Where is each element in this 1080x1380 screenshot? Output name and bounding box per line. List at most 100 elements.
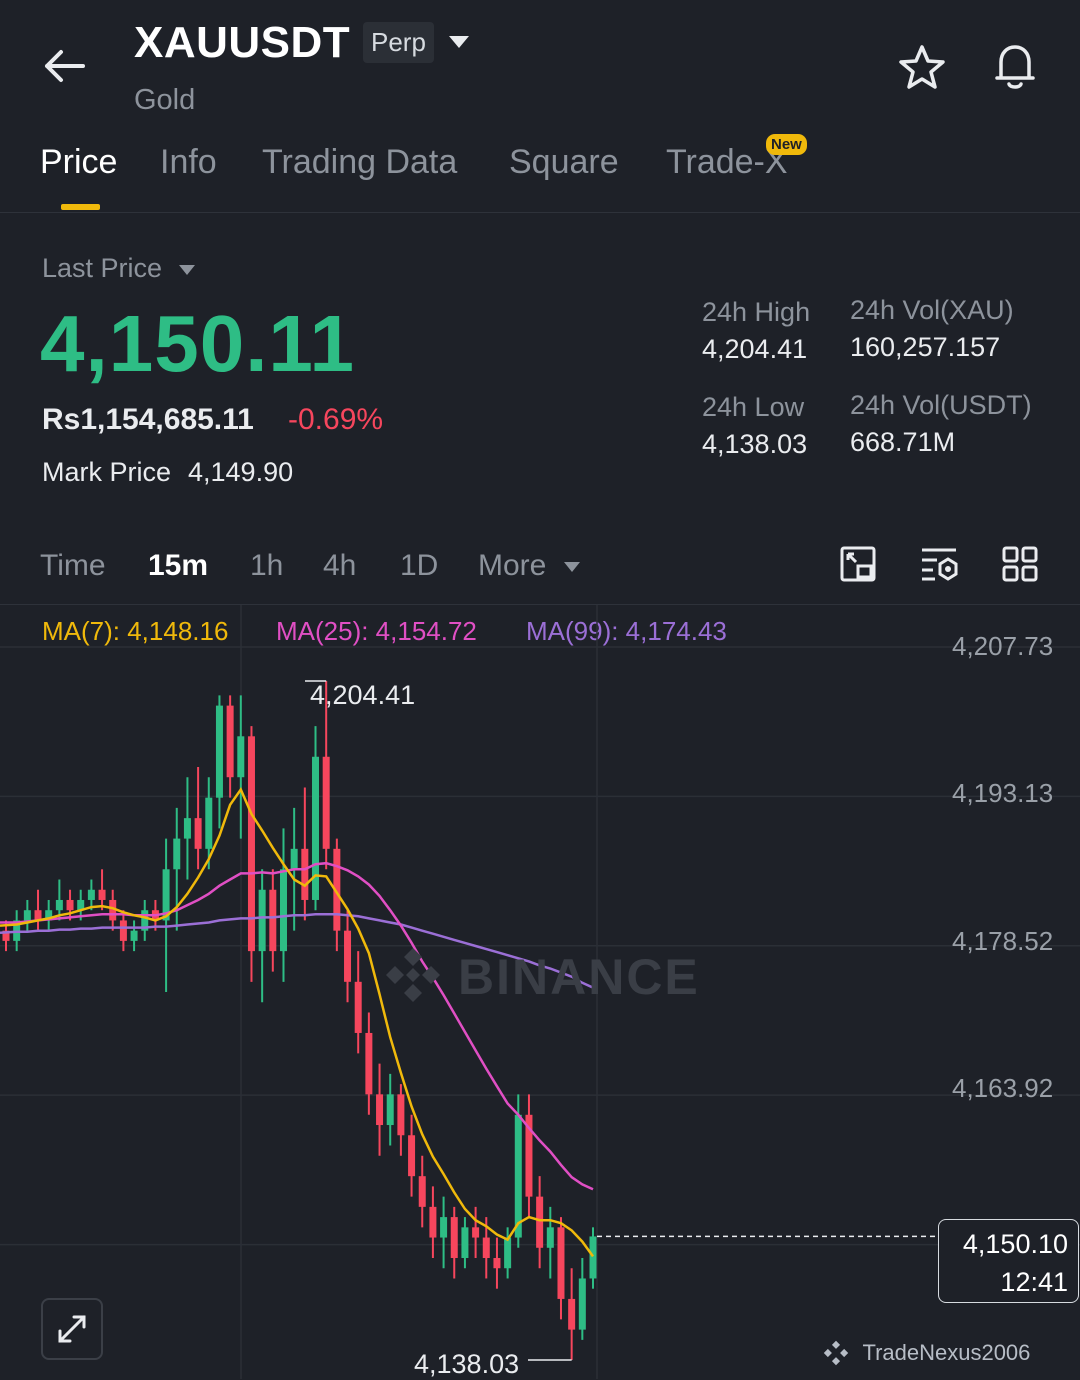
candle-body	[205, 797, 213, 849]
candle-body	[386, 1094, 394, 1126]
timeframe-more[interactable]: More	[478, 549, 581, 583]
y-tick-label: 4,178.52	[952, 926, 1054, 956]
active-tab-indicator	[61, 204, 100, 210]
candle-body	[173, 838, 181, 870]
watermark-text: BINANCE	[458, 949, 700, 1005]
candle-body	[578, 1278, 586, 1330]
current-price-label: 4,150.10	[962, 1229, 1068, 1259]
candle-body	[269, 889, 277, 952]
candle-body	[536, 1196, 544, 1248]
current-price-box: 4,150.10 12:41	[938, 1219, 1079, 1303]
timeframe-15m[interactable]: 15m	[148, 549, 208, 583]
candle-body	[354, 981, 362, 1033]
candle-body	[66, 899, 74, 911]
candle-body	[215, 705, 223, 798]
chart-expand-icon	[840, 546, 876, 582]
candle-body	[98, 889, 106, 900]
tab-info[interactable]: Info	[160, 143, 217, 182]
price-type-selector[interactable]: Last Price	[42, 253, 196, 284]
binance-logo-icon	[386, 948, 440, 1002]
candle-body	[237, 736, 245, 778]
tab-trading-data[interactable]: Trading Data	[262, 143, 457, 182]
price-change-percent: -0.69%	[288, 403, 384, 436]
vol-base-label: 24h Vol(XAU)	[850, 295, 1014, 325]
candle-body	[397, 1094, 405, 1136]
asset-name: Gold	[134, 84, 196, 116]
candle-body	[119, 920, 127, 941]
binance-logo-icon	[823, 1340, 849, 1366]
candle-body	[493, 1258, 501, 1269]
candle-countdown: 12:41	[1000, 1267, 1068, 1297]
favorite-button[interactable]	[895, 40, 949, 94]
dropdown-triangle-icon	[563, 562, 580, 573]
ma25-line	[0, 861, 594, 1191]
candle-body	[23, 910, 31, 921]
new-badge: New	[766, 134, 807, 155]
vol-base-value: 160,257.157	[850, 332, 1001, 362]
fullscreen-icon	[58, 1315, 86, 1343]
fiat-price: Rs1,154,685.11	[42, 403, 254, 436]
grid-layout-icon	[1002, 546, 1038, 582]
contract-type-badge: Perp	[363, 22, 434, 63]
candle-body	[450, 1217, 458, 1259]
vol-quote-label: 24h Vol(USDT)	[850, 390, 1032, 420]
candle-body	[290, 848, 298, 870]
low-annotation: 4,138.03	[414, 1349, 520, 1379]
candle-body	[472, 1227, 480, 1238]
mark-price-value: 4,149.90	[188, 457, 294, 487]
attribution-text: TradeNexus2006	[862, 1340, 1031, 1365]
symbol-dropdown-button[interactable]	[444, 30, 474, 54]
tab-price[interactable]: Price	[40, 143, 117, 182]
candle-body	[194, 818, 202, 849]
candle-body	[514, 1114, 522, 1238]
low-24h-label: 24h Low	[702, 392, 805, 422]
candle-body	[557, 1227, 565, 1299]
candle-body	[546, 1227, 554, 1248]
candle-body	[408, 1135, 416, 1177]
price-alert-button[interactable]	[988, 38, 1042, 94]
indicator-settings-icon	[922, 548, 958, 581]
binance-watermark: BINANCE	[386, 948, 700, 1006]
y-tick-label: 4,163.92	[952, 1073, 1054, 1103]
indicator-settings-button[interactable]	[917, 542, 961, 586]
more-label: More	[478, 549, 547, 582]
candle-body	[183, 818, 191, 839]
high-annotation: 4,204.41	[310, 680, 416, 710]
candle-body	[258, 889, 266, 952]
candle-body	[504, 1237, 512, 1269]
y-tick-label: 4,207.73	[952, 631, 1054, 661]
tabs-divider	[0, 212, 1080, 213]
candle-body	[440, 1217, 448, 1238]
candle-body	[482, 1237, 490, 1259]
y-tick-label: 4,193.13	[952, 778, 1054, 808]
candle-body	[344, 930, 352, 982]
candle-body	[365, 1032, 373, 1095]
timeframe-1h[interactable]: 1h	[250, 549, 283, 583]
high-24h-label: 24h High	[702, 297, 811, 327]
candle-body	[429, 1206, 437, 1238]
timeframe-4h[interactable]: 4h	[323, 549, 356, 583]
price-type-label: Last Price	[42, 253, 163, 283]
back-button[interactable]	[40, 42, 90, 90]
mark-price-label: Mark Price	[42, 457, 172, 487]
chart-expand-button[interactable]	[836, 542, 880, 586]
candle-body	[301, 848, 309, 900]
back-arrow-icon	[45, 50, 85, 82]
tab-square[interactable]: Square	[509, 143, 619, 182]
candle-body	[568, 1298, 576, 1330]
candle-body	[322, 756, 330, 849]
candle-body	[55, 899, 63, 911]
bell-icon	[995, 45, 1035, 89]
candle-body	[376, 1094, 384, 1126]
candle-body	[130, 930, 138, 941]
symbol-title[interactable]: XAUUSDT	[134, 18, 350, 68]
candle-body	[461, 1227, 469, 1259]
fullscreen-button[interactable]	[41, 1298, 103, 1360]
candle-body	[279, 869, 287, 952]
last-price: 4,150.11	[40, 299, 355, 388]
timeframe-time[interactable]: Time	[40, 549, 106, 583]
timeframe-1d[interactable]: 1D	[400, 549, 438, 583]
layout-grid-button[interactable]	[998, 542, 1042, 586]
vol-quote-value: 668.71M	[850, 427, 956, 457]
attribution: TradeNexus2006	[822, 1339, 1030, 1367]
